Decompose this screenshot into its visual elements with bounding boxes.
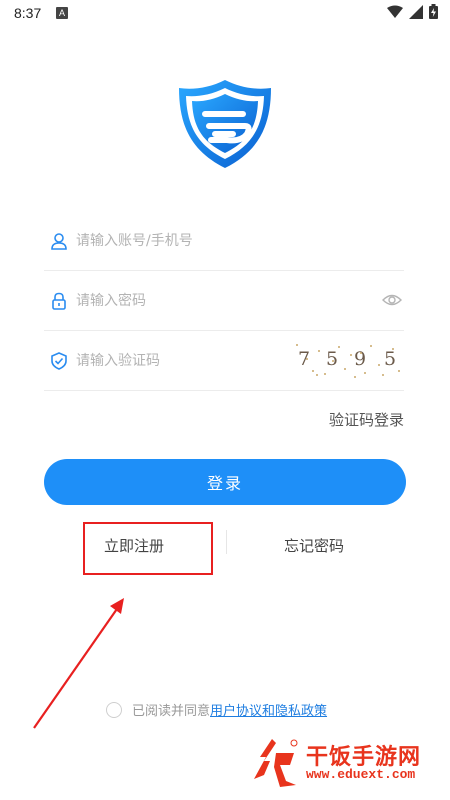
password-field[interactable]: 请输入密码	[44, 270, 404, 331]
watermark-logo-icon	[254, 739, 298, 787]
app-logo-icon	[179, 80, 271, 168]
captcha-char: 5	[326, 348, 339, 370]
status-bar: 8:37 A	[0, 0, 450, 26]
agreement-text: 已阅读并同意	[132, 704, 211, 719]
policy-link[interactable]: 用户协议和隐私政策	[210, 700, 327, 719]
watermark-url: www.eduext.com	[306, 767, 416, 782]
code-login-link[interactable]: 验证码登录	[329, 409, 404, 430]
link-divider	[226, 530, 227, 554]
status-time: 8:37	[14, 5, 42, 21]
captcha-char: 7	[298, 348, 311, 370]
watermark: 干饭手游网 www.eduext.com	[250, 735, 440, 790]
forgot-password-link[interactable]: 忘记密码	[284, 535, 344, 556]
captcha-char: 5	[384, 348, 397, 370]
captcha-field[interactable]: 请输入验证码 7 5 9 5	[44, 330, 404, 391]
annotation-highlight-box	[83, 522, 213, 575]
notification-icon: A	[56, 7, 68, 19]
login-button[interactable]: 登录	[44, 459, 406, 505]
wifi-icon	[387, 5, 403, 18]
captcha-input[interactable]: 请输入验证码	[76, 350, 160, 370]
password-input[interactable]: 请输入密码	[76, 290, 146, 310]
shield-check-icon	[51, 352, 67, 370]
user-icon	[51, 233, 67, 250]
eye-icon[interactable]	[382, 292, 402, 308]
lock-icon	[52, 292, 66, 310]
agreement-row[interactable]: 已阅读并同意 用户协议和隐私政策	[106, 700, 327, 719]
captcha-image[interactable]: 7 5 9 5	[294, 340, 402, 378]
signal-icon	[409, 4, 423, 19]
agreement-radio[interactable]	[106, 701, 122, 718]
account-field[interactable]: 请输入账号/手机号	[44, 210, 404, 271]
account-input[interactable]: 请输入账号/手机号	[76, 230, 193, 250]
status-icons	[387, 4, 438, 19]
battery-icon	[429, 4, 438, 19]
